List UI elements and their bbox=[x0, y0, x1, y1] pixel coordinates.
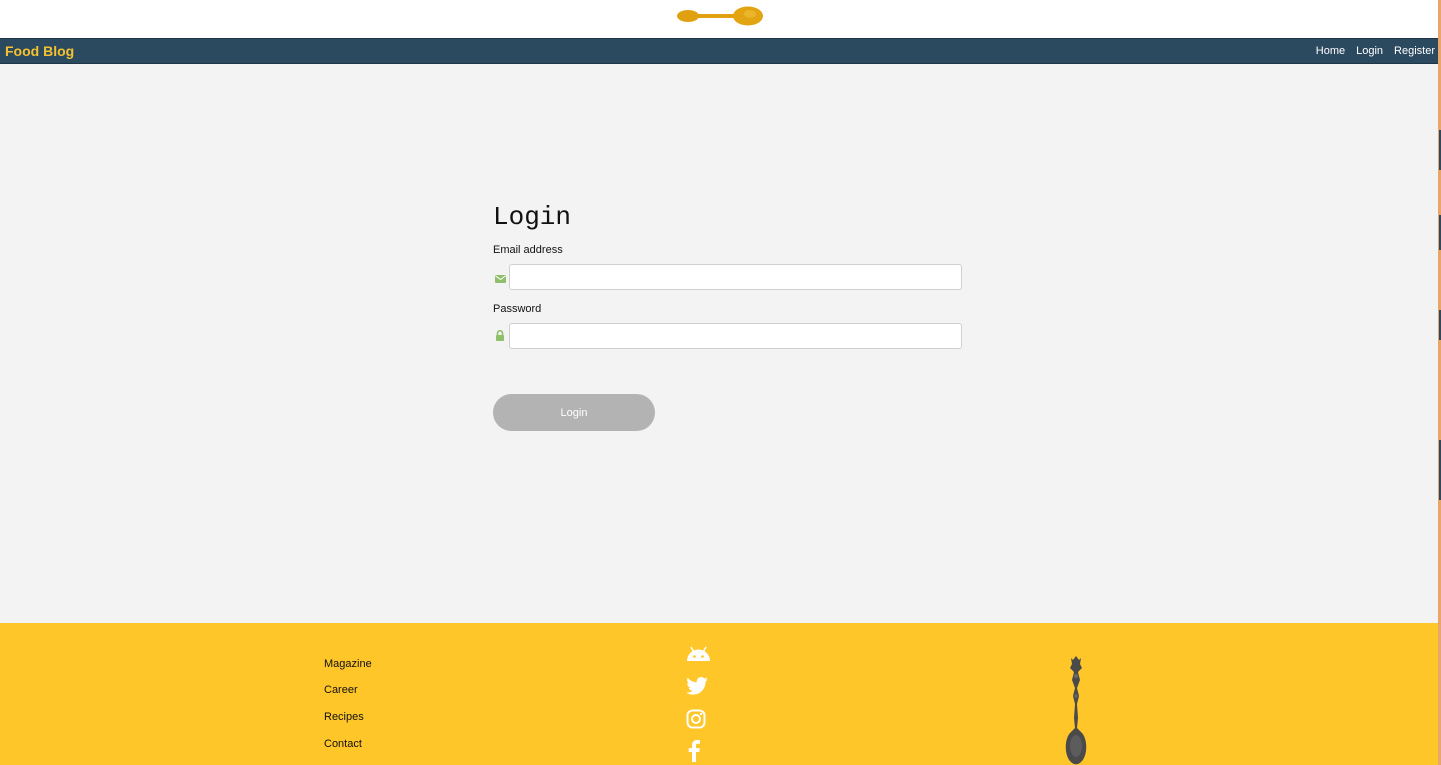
email-field[interactable] bbox=[509, 264, 962, 290]
ornate-spoon-icon bbox=[1063, 656, 1089, 765]
envelope-icon bbox=[495, 270, 506, 288]
login-button[interactable]: Login bbox=[493, 394, 655, 431]
footer-link-magazine[interactable]: Magazine bbox=[324, 658, 372, 670]
email-label: Email address bbox=[493, 244, 563, 256]
nav-register-link[interactable]: Register bbox=[1394, 45, 1435, 57]
lock-icon bbox=[495, 328, 505, 346]
nav-login-link[interactable]: Login bbox=[1356, 45, 1383, 57]
password-label: Password bbox=[493, 303, 542, 315]
nav-links: Home Login Register bbox=[1305, 45, 1435, 57]
logo-strip bbox=[0, 0, 1441, 38]
facebook-icon[interactable] bbox=[688, 740, 700, 765]
footer: Magazine Career Recipes Contact bbox=[0, 623, 1438, 765]
brand-link[interactable]: Food Blog bbox=[5, 43, 74, 59]
spoon-icon[interactable] bbox=[676, 5, 764, 27]
nav-home-link[interactable]: Home bbox=[1316, 45, 1345, 57]
password-field[interactable] bbox=[509, 323, 962, 349]
twitter-icon[interactable] bbox=[686, 677, 708, 700]
footer-link-career[interactable]: Career bbox=[324, 684, 358, 696]
footer-link-recipes[interactable]: Recipes bbox=[324, 711, 364, 723]
android-icon[interactable] bbox=[686, 646, 711, 667]
instagram-icon[interactable] bbox=[686, 709, 706, 734]
page-title: Login bbox=[493, 202, 572, 232]
navbar: Food Blog Home Login Register bbox=[0, 38, 1438, 64]
footer-link-contact[interactable]: Contact bbox=[324, 738, 362, 750]
